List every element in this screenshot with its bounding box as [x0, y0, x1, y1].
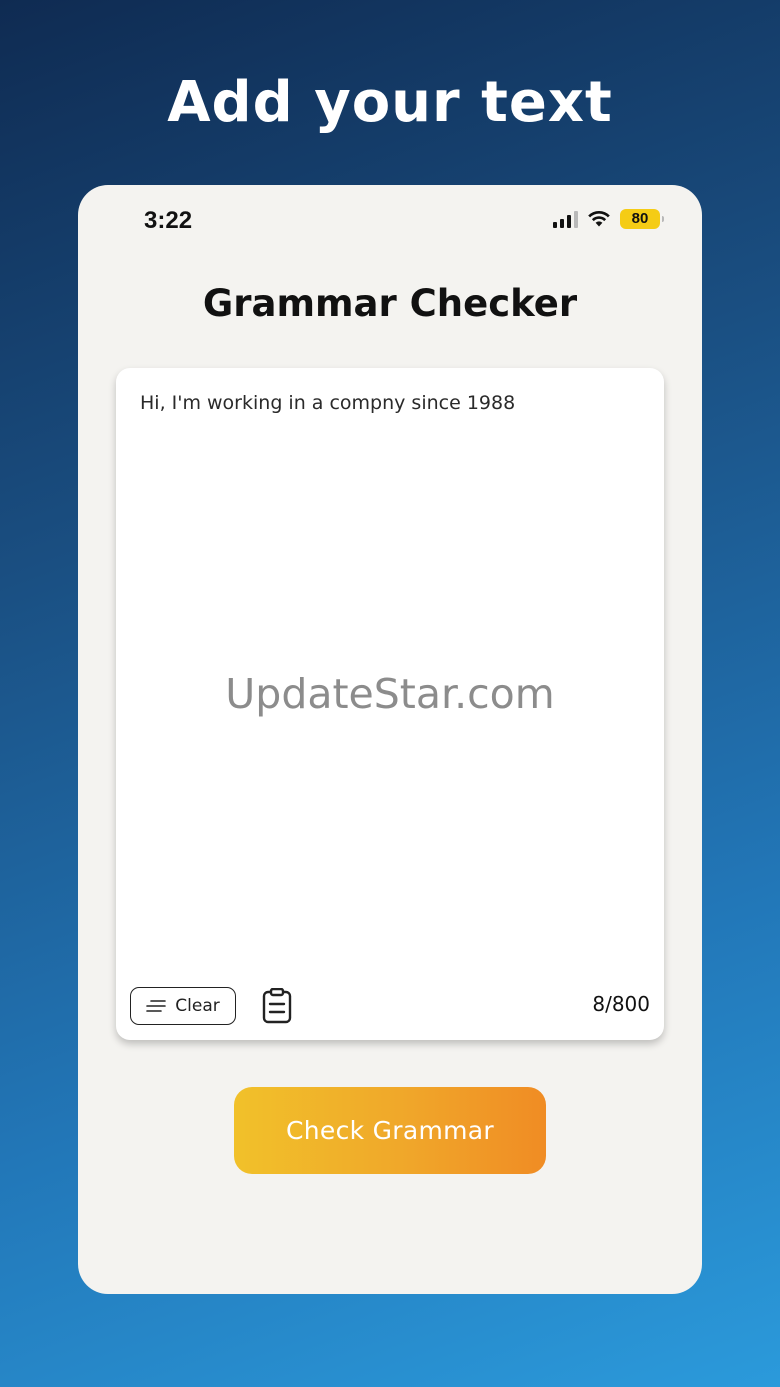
battery-icon: 80: [620, 209, 664, 229]
status-icons: 80: [553, 209, 664, 229]
lines-icon: [146, 1000, 167, 1012]
clear-label: Clear: [175, 996, 220, 1016]
paste-button[interactable]: [261, 987, 293, 1025]
status-time: 3:22: [144, 207, 193, 234]
headline: Add your text: [167, 70, 613, 135]
clipboard-icon: [262, 988, 292, 1024]
phone-frame: 3:22 80 Grammar Checker Hi, I'm working …: [78, 185, 702, 1294]
app-title: Grammar Checker: [202, 282, 578, 325]
check-grammar-label: Check Grammar: [285, 1116, 495, 1145]
char-counter: 8/800: [592, 992, 650, 1016]
clear-button[interactable]: Clear: [130, 987, 236, 1025]
signal-icon: [553, 210, 578, 228]
wifi-icon: [588, 210, 610, 227]
text-input[interactable]: Hi, I'm working in a compny since 1988: [140, 392, 640, 414]
check-grammar-button[interactable]: Check Grammar: [234, 1087, 546, 1174]
text-editor-card: Hi, I'm working in a compny since 1988 C…: [116, 368, 664, 1040]
